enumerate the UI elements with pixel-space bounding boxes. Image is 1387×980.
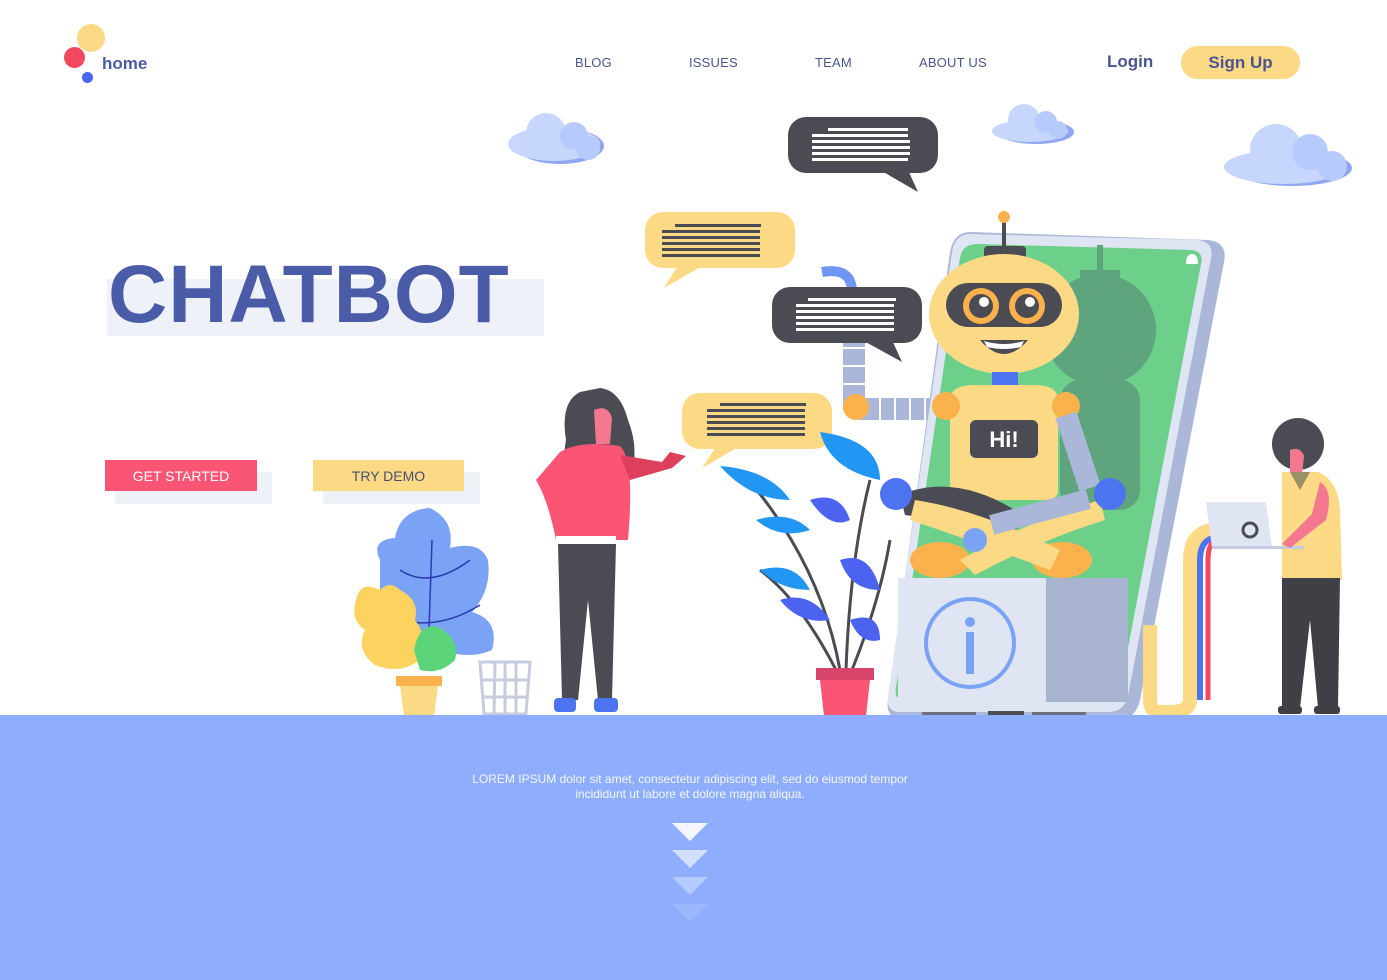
footer-description: LOREM IPSUM dolor sit amet, consectetur … xyxy=(440,772,940,802)
chevron-down-icon[interactable] xyxy=(672,850,708,868)
footer-text-line: incididunt ut labore et dolore magna ali… xyxy=(575,787,805,801)
cloud-icon xyxy=(1224,124,1352,186)
cloud-icon xyxy=(992,104,1074,144)
speech-bubble-yellow xyxy=(645,212,795,288)
woman-figure xyxy=(536,388,686,712)
scroll-down-indicator[interactable] xyxy=(670,823,710,931)
speech-bubble-yellow xyxy=(682,393,832,468)
chevron-down-icon[interactable] xyxy=(672,877,708,895)
man-figure xyxy=(1206,418,1342,714)
speech-bubble-dark xyxy=(788,117,938,192)
chevron-down-icon[interactable] xyxy=(672,904,708,922)
trash-bin xyxy=(478,660,532,716)
footer-text-line: LOREM IPSUM dolor sit amet, consectetur … xyxy=(472,772,908,786)
chevron-down-icon[interactable] xyxy=(672,823,708,841)
plant-right xyxy=(720,432,892,716)
robot-badge: Hi! xyxy=(989,427,1018,452)
cloud-icon xyxy=(508,113,604,164)
plant-left xyxy=(354,508,494,716)
